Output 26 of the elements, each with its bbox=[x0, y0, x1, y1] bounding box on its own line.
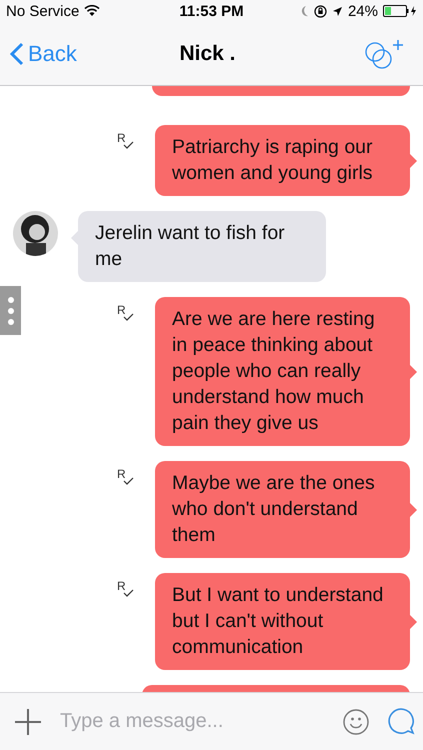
side-handle[interactable] bbox=[0, 286, 21, 335]
read-mark: R bbox=[117, 303, 126, 317]
location-icon bbox=[332, 6, 343, 16]
rotation-lock-icon bbox=[314, 4, 327, 18]
chat-title: Nick . bbox=[179, 42, 236, 66]
read-mark: R bbox=[117, 131, 126, 145]
avatar bbox=[13, 211, 58, 256]
check-icon bbox=[123, 477, 134, 485]
wifi-icon bbox=[84, 5, 100, 17]
emoji-button[interactable] bbox=[343, 708, 369, 734]
check-icon bbox=[123, 313, 134, 321]
back-button[interactable]: Back bbox=[10, 40, 180, 66]
read-mark: R bbox=[117, 579, 126, 593]
plus-icon bbox=[14, 708, 42, 736]
status-time: 11:53 PM bbox=[179, 2, 244, 20]
chevron-left-icon bbox=[10, 42, 24, 66]
read-mark: R bbox=[117, 467, 126, 481]
smiley-icon bbox=[343, 708, 369, 734]
carrier-text: No Service bbox=[6, 2, 80, 20]
battery-percent: 24% bbox=[348, 2, 378, 20]
add-button[interactable] bbox=[14, 708, 42, 736]
check-icon bbox=[123, 589, 134, 597]
check-icon bbox=[123, 141, 134, 149]
send-button[interactable] bbox=[387, 708, 415, 735]
speech-bubble-icon bbox=[387, 708, 415, 735]
battery-icon bbox=[383, 5, 417, 17]
